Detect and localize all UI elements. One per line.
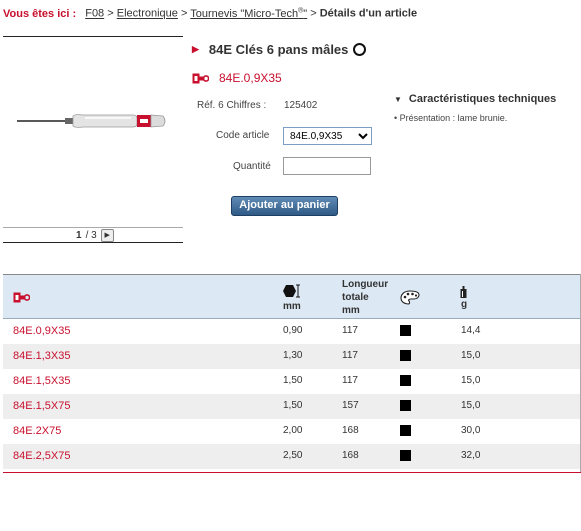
gallery-top-divider: [3, 36, 183, 37]
row-weight: 14,4: [461, 325, 481, 336]
gallery-pager: 1 / 3 ▶: [76, 229, 114, 242]
table-row[interactable]: 84E.1,5X75 1,50 157 15,0: [3, 394, 581, 419]
finish-swatch-icon: [400, 450, 411, 461]
breadcrumb-separator: >: [180, 7, 188, 20]
code-article-select[interactable]: 84E.0,9X35: [283, 127, 372, 145]
row-length: 117: [342, 375, 358, 386]
row-length: 168: [342, 450, 359, 461]
breadcrumb-link-tournevis-end: ": [303, 7, 308, 20]
breadcrumb-separator: >: [310, 7, 317, 20]
row-reference[interactable]: 84E.1,5X75: [13, 400, 71, 412]
row-reference[interactable]: 84E.2X75: [13, 425, 61, 437]
product-reference-text: 84E.0,9X35: [219, 71, 282, 85]
reference-column-icon: [13, 292, 30, 303]
row-reference[interactable]: 84E.0,9X35: [13, 325, 71, 337]
breadcrumb: Vous êtes ici : F08 > Electronique > Tou…: [3, 7, 417, 20]
table-header: mm Longueur totale mm g: [3, 275, 581, 319]
table-row[interactable]: 84E.2X75 2,00 168 30,0: [3, 419, 581, 444]
length-header-line2: totale: [342, 292, 369, 303]
row-length: 117: [342, 350, 358, 361]
row-length: 168: [342, 425, 359, 436]
next-arrow-icon[interactable]: ▶: [100, 229, 114, 242]
finish-swatch-icon: [400, 350, 411, 361]
breadcrumb-link-tournevis-text: Tournevis "Micro-Tech: [190, 7, 299, 20]
breadcrumb-link-f08[interactable]: F08: [85, 8, 104, 20]
row-size: 0,90: [283, 325, 303, 336]
characteristics-item: • Présentation : lame brunie.: [394, 113, 508, 123]
reference-icon: [192, 73, 209, 83]
ref6-label: Réf. 6 Chiffres :: [197, 100, 267, 111]
table-row[interactable]: 84E.1,5X35 1,50 117 15,0: [3, 369, 581, 394]
row-weight: 32,0: [461, 450, 481, 461]
length-header: Longueur totale mm: [342, 278, 388, 317]
breadcrumb-separator: >: [107, 7, 114, 20]
breadcrumb-current: Détails d'un article: [319, 7, 418, 20]
length-header-unit: mm: [342, 305, 360, 316]
row-length: 157: [342, 400, 359, 411]
hex-size-unit: mm: [283, 301, 301, 312]
gallery-bottom-divider: [3, 242, 183, 243]
weight-unit: g: [461, 299, 468, 310]
screwdriver-image[interactable]: [13, 114, 173, 128]
breadcrumb-link-electronique[interactable]: Electronique: [117, 8, 178, 20]
title-arrow-icon: ▶: [192, 44, 199, 54]
row-size: 1,50: [283, 400, 303, 411]
ref6-value: 125402: [284, 100, 318, 111]
hex-key-ring-icon: [353, 43, 367, 56]
row-length: 117: [342, 325, 358, 336]
code-article-label: Code article: [216, 130, 270, 141]
finish-swatch-icon: [400, 400, 411, 411]
row-size: 1,30: [283, 350, 303, 361]
product-gallery: 1 / 3 ▶: [3, 36, 183, 243]
row-size: 2,50: [283, 450, 303, 461]
finish-swatch-icon: [400, 375, 411, 386]
row-reference[interactable]: 84E.1,5X35: [13, 375, 71, 387]
characteristics-header[interactable]: ▼ Caractéristiques techniques: [394, 93, 556, 105]
row-reference[interactable]: 84E.1,3X35: [13, 350, 71, 362]
finish-swatch-icon: [400, 425, 411, 436]
row-reference[interactable]: 84E.2,5X75: [13, 450, 71, 462]
add-to-cart-button[interactable]: Ajouter au panier: [231, 196, 338, 216]
length-header-line1: Longueur: [342, 279, 389, 290]
breadcrumb-lead: Vous êtes ici :: [3, 7, 77, 20]
row-weight: 30,0: [461, 425, 481, 436]
pager-total: / 3: [85, 230, 97, 241]
gallery-pager-divider: [3, 227, 183, 228]
product-title-text: 84E Clés 6 pans mâles: [208, 42, 349, 57]
hex-size-icon: [283, 284, 300, 298]
chevron-down-icon: ▼: [394, 94, 402, 104]
table-row[interactable]: 84E.2,5X75 2,50 168 32,0: [3, 444, 581, 469]
quantity-input[interactable]: [283, 157, 371, 175]
breadcrumb-link-tournevis[interactable]: Tournevis "Micro-Tech®": [190, 7, 308, 20]
pager-current: 1: [76, 230, 82, 241]
table-row[interactable]: 84E.0,9X35 0,90 117 14,4: [3, 319, 581, 344]
row-weight: 15,0: [461, 350, 481, 361]
product-reference: 84E.0,9X35: [192, 71, 282, 85]
row-size: 2,00: [283, 425, 303, 436]
table-bottom-border: [3, 472, 581, 473]
characteristics-title: Caractéristiques techniques: [408, 93, 557, 105]
palette-icon: [400, 290, 420, 305]
row-weight: 15,0: [461, 400, 481, 411]
table-row[interactable]: 84E.1,3X35 1,30 117 15,0: [3, 344, 581, 369]
row-weight: 15,0: [461, 375, 481, 386]
weight-icon: [460, 286, 467, 298]
quantity-label: Quantité: [233, 161, 271, 172]
row-size: 1,50: [283, 375, 303, 386]
product-title: ▶ 84E Clés 6 pans mâles: [192, 42, 367, 57]
finish-swatch-icon: [400, 325, 411, 336]
